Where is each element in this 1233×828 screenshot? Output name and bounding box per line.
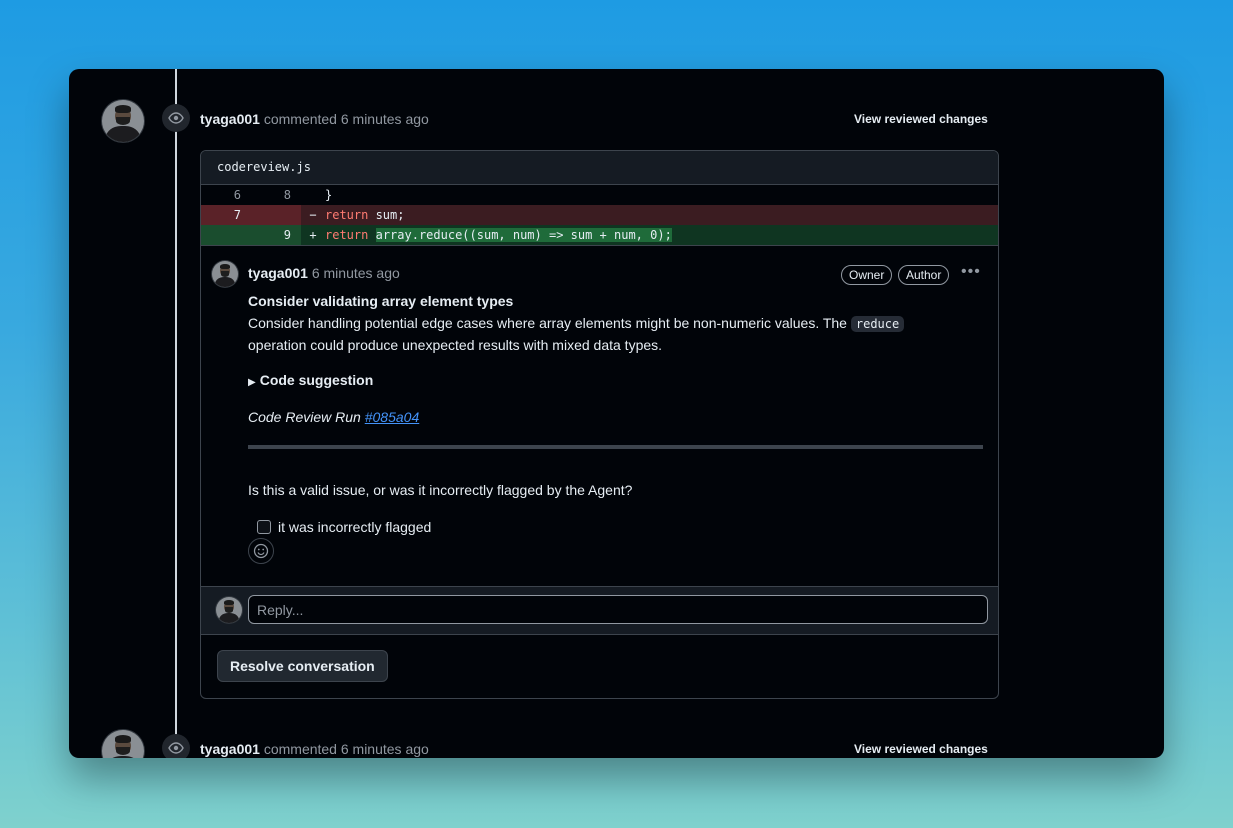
avatar[interactable] <box>102 100 144 142</box>
review-comment: tyaga001 6 minutes ago Owner Author ••• … <box>201 245 998 587</box>
comment-header: tyaga001 6 minutes ago <box>248 265 400 281</box>
owner-badge: Owner <box>841 265 893 285</box>
add-reaction-button[interactable] <box>248 538 274 564</box>
diff-code: return sum; <box>325 208 405 222</box>
view-reviewed-changes-link[interactable]: View reviewed changes <box>854 112 988 126</box>
new-line-number[interactable] <box>251 205 301 225</box>
reply-input[interactable] <box>248 595 988 624</box>
checkbox-label: it was incorrectly flagged <box>278 519 432 535</box>
diff-table: 6 8 } 7 − return sum; 9 + return array.r… <box>201 185 998 245</box>
reply-area <box>201 586 998 635</box>
diff-row-added: 9 + return array.reduce((sum, num) => su… <box>201 225 998 245</box>
diff-code: return array.reduce((sum, num) => sum + … <box>325 228 672 242</box>
diff-row-deleted: 7 − return sum; <box>201 205 998 225</box>
diff-sign <box>301 185 325 205</box>
checkbox[interactable] <box>257 520 271 534</box>
new-line-number[interactable]: 8 <box>251 185 301 205</box>
inline-code: reduce <box>850 316 905 332</box>
diff-sign: − <box>309 208 317 222</box>
timeline-line <box>175 69 177 758</box>
old-line-number[interactable]: 7 <box>201 205 251 225</box>
diff-sign: + <box>309 228 317 242</box>
timeline-header: tyaga001 commented 6 minutes ago <box>200 111 429 127</box>
timeline-header: tyaga001 commented 6 minutes ago <box>200 741 429 757</box>
comment-time[interactable]: 6 minutes ago <box>312 265 400 281</box>
code-suggestion-toggle[interactable]: ▶ Code suggestion <box>248 372 373 388</box>
avatar <box>216 597 242 623</box>
comment-title: Consider validating array element types <box>248 293 514 309</box>
old-line-number[interactable] <box>201 225 251 245</box>
run-reference: Code Review Run #085a04 <box>248 409 420 425</box>
comment-time: commented 6 minutes ago <box>263 741 429 757</box>
eye-icon <box>162 104 190 132</box>
run-link[interactable]: #085a04 <box>365 409 420 425</box>
author-link[interactable]: tyaga001 <box>200 741 260 757</box>
resolve-conversation-button[interactable]: Resolve conversation <box>217 650 388 682</box>
author-link[interactable]: tyaga001 <box>200 111 260 127</box>
comment-body: Consider handling potential edge cases w… <box>248 313 948 356</box>
diff-row-context: 6 8 } <box>201 185 998 205</box>
app-window: tyaga001 commented 6 minutes ago View re… <box>69 69 1164 758</box>
triangle-right-icon: ▶ <box>248 377 256 388</box>
view-reviewed-changes-link[interactable]: View reviewed changes <box>854 742 988 756</box>
avatar[interactable] <box>102 730 144 758</box>
eye-icon <box>162 734 190 758</box>
new-line-number[interactable]: 9 <box>251 225 301 245</box>
more-options-icon[interactable]: ••• <box>961 263 981 281</box>
old-line-number[interactable]: 6 <box>201 185 251 205</box>
smiley-icon <box>253 543 269 559</box>
comment-time: commented 6 minutes ago <box>263 111 429 127</box>
review-thread: codereview.js 6 8 } 7 − return sum; 9 + … <box>200 150 999 699</box>
author-link[interactable]: tyaga001 <box>248 265 308 281</box>
avatar[interactable] <box>212 261 238 287</box>
incorrectly-flagged-option[interactable]: it was incorrectly flagged <box>257 519 431 535</box>
author-badge: Author <box>898 265 950 285</box>
feedback-question: Is this a valid issue, or was it incorre… <box>248 482 633 498</box>
divider <box>248 445 983 449</box>
file-name[interactable]: codereview.js <box>201 151 998 185</box>
diff-code: } <box>325 188 333 202</box>
